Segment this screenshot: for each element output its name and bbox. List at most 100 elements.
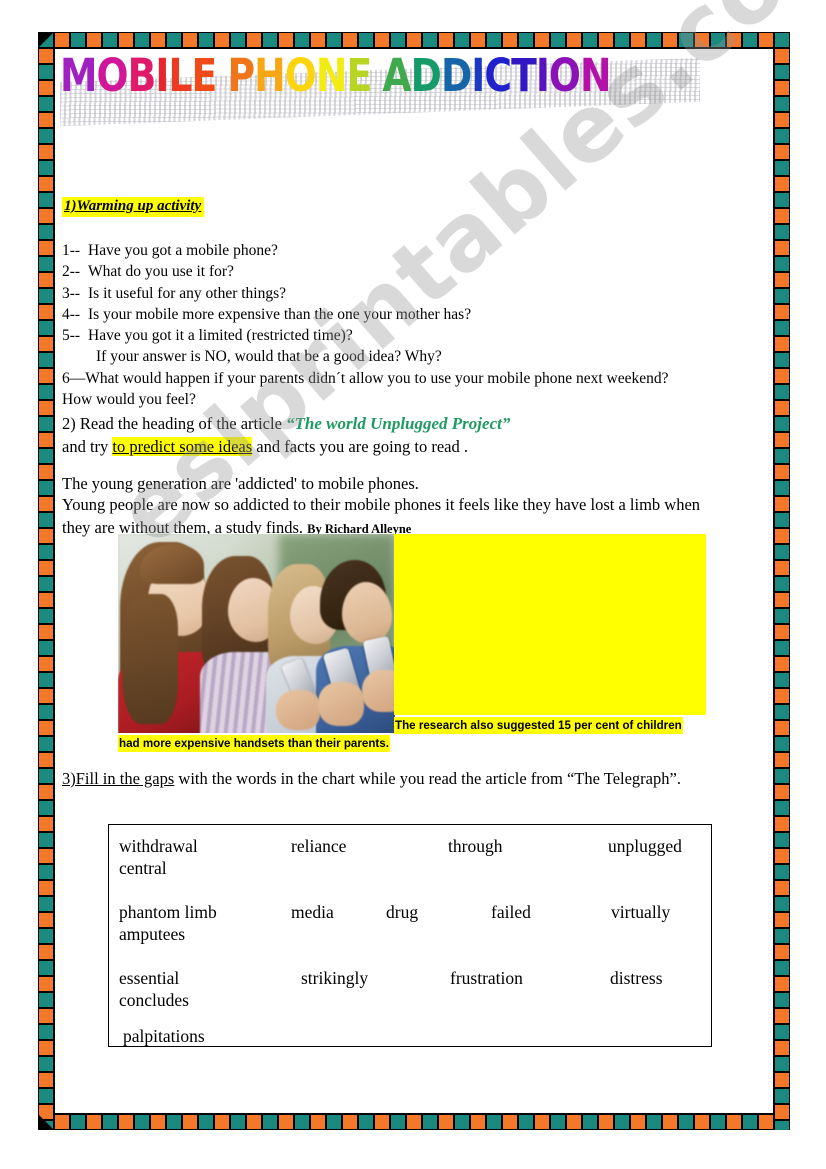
border-tile	[774, 176, 790, 192]
border-tile	[38, 704, 54, 720]
border-tile	[38, 352, 54, 368]
border-tile	[614, 1114, 630, 1130]
title-letter-space	[371, 48, 382, 104]
border-tile	[38, 144, 54, 160]
border-tile	[774, 832, 790, 848]
border-tile	[774, 944, 790, 960]
border-tile	[310, 1114, 326, 1130]
border-tile	[38, 432, 54, 448]
border-tile	[774, 224, 790, 240]
border-tile	[38, 192, 54, 208]
border-tile	[38, 64, 54, 80]
word-bank-word: concludes	[119, 990, 189, 1010]
section2-lead-text: 2) Read the heading of the article	[62, 414, 287, 433]
word-bank-line: phantom limb media drug failed virtually	[109, 901, 713, 923]
border-tile	[182, 1114, 198, 1130]
border-tile	[774, 80, 790, 96]
border-tile	[38, 896, 54, 912]
question-text: Is your mobile more expensive than the o…	[88, 305, 472, 323]
border-tile	[38, 992, 54, 1008]
border-tile	[118, 1114, 134, 1130]
border-tile	[38, 816, 54, 832]
border-tile	[582, 32, 598, 48]
border-tile	[54, 1114, 70, 1130]
border-tile	[390, 32, 406, 48]
border-tile	[262, 32, 278, 48]
border-tile	[70, 32, 86, 48]
border-tile	[774, 608, 790, 624]
border-tile	[38, 560, 54, 576]
border-tile	[550, 1114, 566, 1130]
word-bank-row: essential strikingly frustration distress co…	[109, 967, 713, 1011]
word-bank-line: essential strikingly frustration distress	[109, 967, 713, 989]
word-bank-word: through	[448, 836, 503, 856]
question-item: 2-- What do you use it for?	[62, 261, 712, 282]
border-tile	[774, 400, 790, 416]
border-tile	[198, 1114, 214, 1130]
title-letter: H	[254, 49, 286, 102]
title-letter: I	[471, 49, 485, 102]
article-title-inline: “The world Unplugged Project”	[286, 414, 511, 433]
question-number: 1--	[62, 242, 81, 259]
border-tile	[438, 32, 454, 48]
border-tile	[774, 144, 790, 160]
border-tile	[38, 688, 54, 704]
border-tile	[438, 1114, 454, 1130]
border-tile	[774, 192, 790, 208]
section3-instruction: 3)Fill in the gaps with the words in the…	[62, 768, 712, 791]
border-tile	[166, 32, 182, 48]
border-tile	[774, 1088, 790, 1104]
border-tile	[38, 96, 54, 112]
title-letter: A	[382, 49, 411, 102]
border-tile	[38, 1008, 54, 1024]
border-tile	[38, 208, 54, 224]
border-tile	[38, 784, 54, 800]
border-tile	[774, 896, 790, 912]
border-tile	[38, 608, 54, 624]
border-tile	[774, 416, 790, 432]
border-tile	[774, 544, 790, 560]
border-tile	[774, 1040, 790, 1056]
border-tile	[166, 1114, 182, 1130]
question-text: What do you use it for?	[88, 263, 234, 281]
border-tile	[630, 1114, 646, 1130]
border-tile	[774, 48, 790, 64]
border-tile	[230, 32, 246, 48]
section2-continue-text: and try	[62, 437, 113, 456]
border-tile	[38, 800, 54, 816]
word-bank-word: withdrawal	[119, 836, 198, 856]
border-tile	[518, 32, 534, 48]
border-tile	[422, 32, 438, 48]
word-bank-word: drug	[386, 902, 419, 922]
word-bank-row: phantom limb media drug failed virtually ampu…	[109, 901, 713, 945]
border-tile	[774, 560, 790, 576]
border-tile	[662, 1114, 678, 1130]
border-strip-left	[38, 32, 54, 1130]
section2-end-text: and facts you are going to read .	[252, 437, 468, 456]
border-tile	[38, 944, 54, 960]
border-tile	[38, 656, 54, 672]
title-letter: E	[191, 49, 218, 102]
border-tile	[774, 432, 790, 448]
border-tile	[38, 336, 54, 352]
title-letter: L	[168, 49, 192, 102]
border-strip-bottom	[38, 1114, 790, 1130]
border-tile	[38, 464, 54, 480]
border-tile	[774, 736, 790, 752]
question-number: 4--	[62, 305, 81, 323]
border-tile	[710, 1114, 726, 1130]
border-tile	[742, 1114, 758, 1130]
border-tile	[38, 160, 54, 176]
question5-followup: If your answer is NO, would that be a go…	[96, 348, 442, 366]
border-tile	[86, 1114, 102, 1130]
border-tile	[774, 1120, 790, 1130]
question-text: Is it useful for any other things?	[88, 284, 287, 302]
border-tile	[278, 32, 294, 48]
border-tile	[774, 1072, 790, 1088]
border-tile	[38, 928, 54, 944]
border-tile	[774, 1056, 790, 1072]
border-tile	[774, 816, 790, 832]
border-tile	[774, 848, 790, 864]
border-tile	[550, 32, 566, 48]
border-tile	[38, 480, 54, 496]
